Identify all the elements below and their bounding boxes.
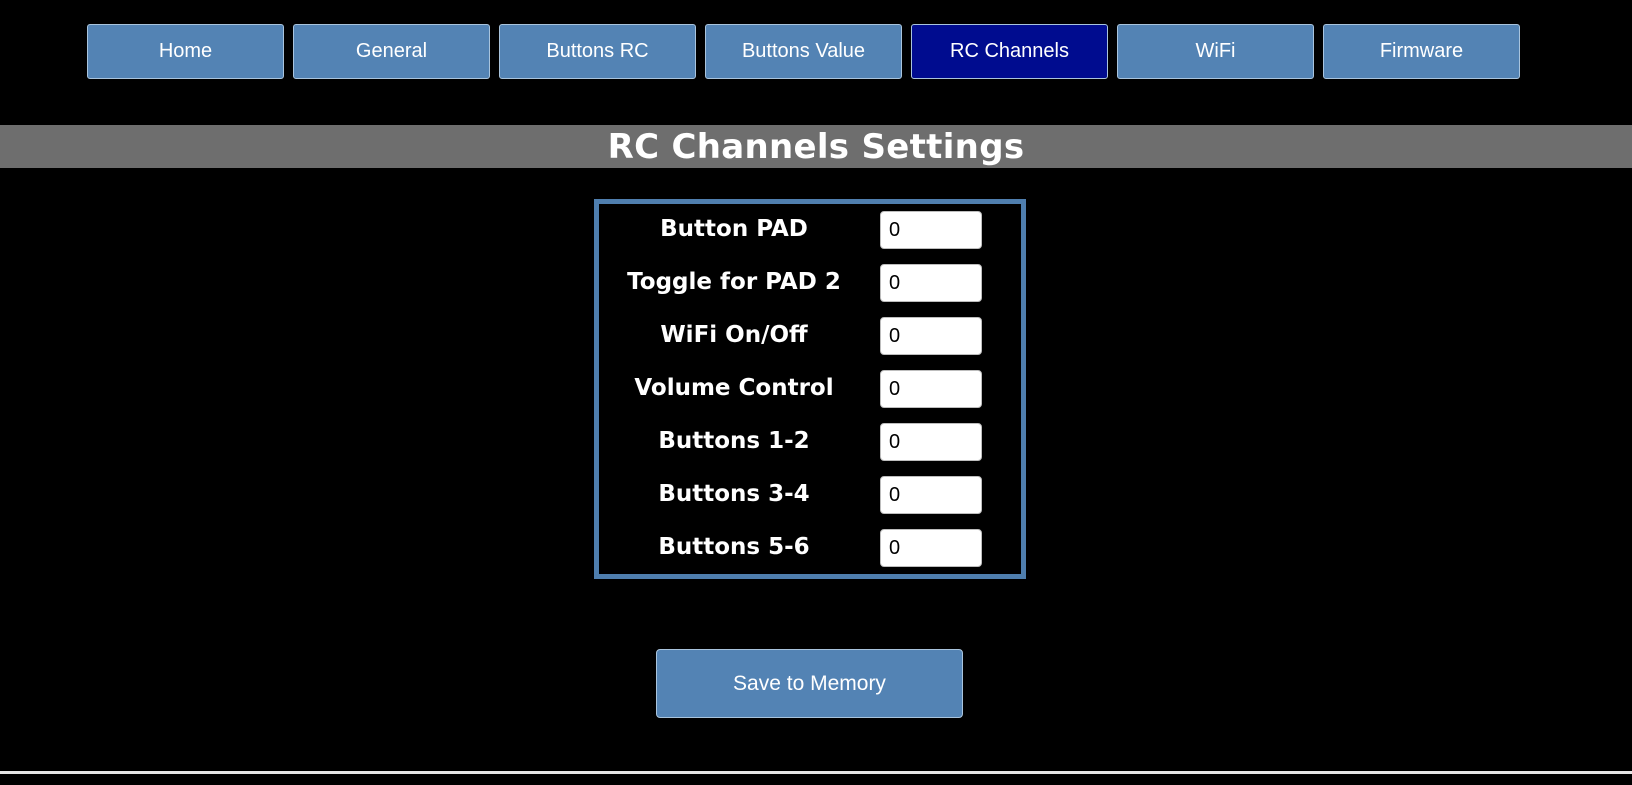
setting-label-button-pad: Button PAD — [660, 216, 808, 242]
setting-row-buttons-5-6: Buttons 5-6 — [599, 527, 1021, 567]
save-to-memory-button[interactable]: Save to Memory — [656, 649, 963, 718]
tab-rc-channels[interactable]: RC Channels — [911, 24, 1108, 79]
tab-buttons-value[interactable]: Buttons Value — [705, 24, 902, 79]
setting-row-buttons-3-4: Buttons 3-4 — [599, 474, 1021, 514]
setting-label-buttons-5-6: Buttons 5-6 — [658, 534, 810, 560]
tab-wifi[interactable]: WiFi — [1117, 24, 1314, 79]
setting-label-buttons-3-4: Buttons 3-4 — [658, 481, 810, 507]
tab-home[interactable]: Home — [87, 24, 284, 79]
setting-row-buttons-1-2: Buttons 1-2 — [599, 421, 1021, 461]
volume-control-input[interactable] — [880, 370, 982, 408]
page-title: RC Channels Settings — [607, 126, 1025, 167]
button-pad-input[interactable] — [880, 211, 982, 249]
setting-label-buttons-1-2: Buttons 1-2 — [658, 428, 810, 454]
tab-general[interactable]: General — [293, 24, 490, 79]
setting-label-volume-control: Volume Control — [634, 375, 834, 401]
settings-panel: Button PAD Toggle for PAD 2 WiFi On/Off … — [594, 199, 1026, 579]
tab-firmware[interactable]: Firmware — [1323, 24, 1520, 79]
buttons-5-6-input[interactable] — [880, 529, 982, 567]
setting-row-wifi-on-off: WiFi On/Off — [599, 315, 1021, 355]
setting-row-toggle-pad-2: Toggle for PAD 2 — [599, 262, 1021, 302]
buttons-3-4-input[interactable] — [880, 476, 982, 514]
setting-label-wifi-on-off: WiFi On/Off — [660, 322, 808, 348]
tab-buttons-rc[interactable]: Buttons RC — [499, 24, 696, 79]
setting-row-volume-control: Volume Control — [599, 368, 1021, 408]
title-bar: RC Channels Settings — [0, 125, 1632, 168]
wifi-on-off-input[interactable] — [880, 317, 982, 355]
top-nav: Home General Buttons RC Buttons Value RC… — [87, 24, 1520, 79]
setting-row-button-pad: Button PAD — [599, 209, 1021, 249]
buttons-1-2-input[interactable] — [880, 423, 982, 461]
rc-channels-page: Home General Buttons RC Buttons Value RC… — [0, 0, 1632, 785]
toggle-pad-2-input[interactable] — [880, 264, 982, 302]
footer-divider — [0, 771, 1632, 774]
setting-label-toggle-pad-2: Toggle for PAD 2 — [627, 269, 841, 295]
